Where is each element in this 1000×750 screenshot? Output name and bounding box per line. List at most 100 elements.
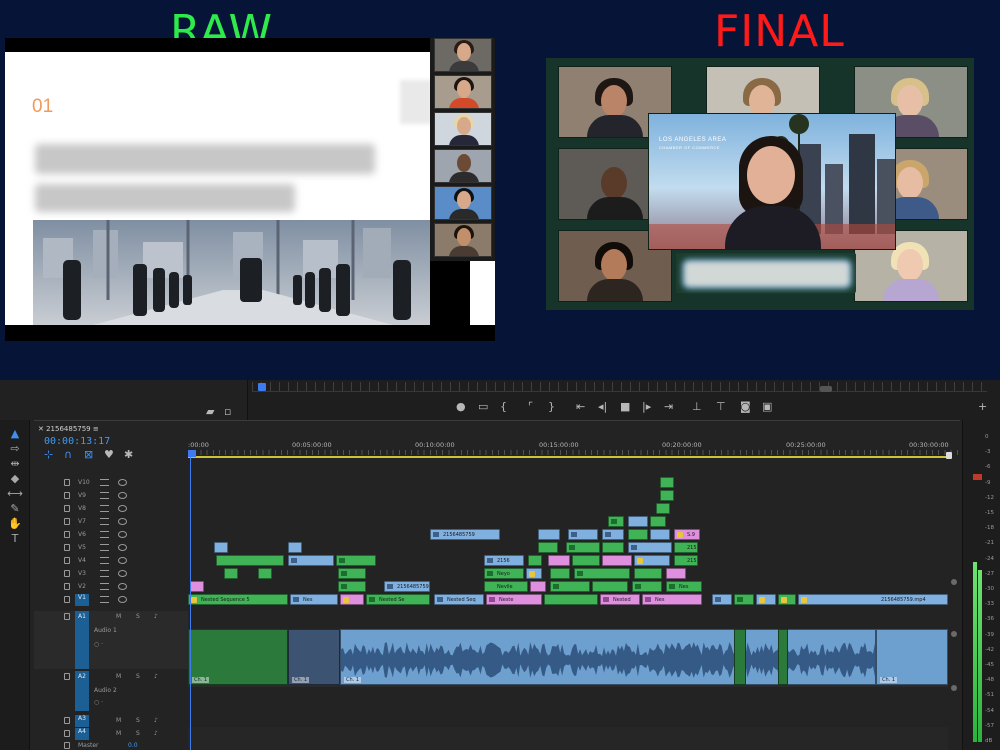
video-clip[interactable] bbox=[340, 594, 364, 605]
sync-lock-icon[interactable] bbox=[100, 544, 109, 551]
video-clip[interactable] bbox=[656, 503, 670, 514]
folder-icon[interactable]: ▰ bbox=[206, 406, 214, 418]
mute-button[interactable]: M bbox=[116, 717, 121, 724]
lock-icon[interactable] bbox=[64, 505, 70, 512]
audio-clip[interactable]: Ch. 1 bbox=[340, 629, 876, 685]
video-clip[interactable]: Nevile bbox=[484, 581, 528, 592]
mic-icon[interactable]: ♪ bbox=[154, 673, 158, 680]
source-patch-v1[interactable]: V1 bbox=[75, 594, 89, 606]
video-clip[interactable] bbox=[214, 542, 228, 553]
lift-icon[interactable]: ⊥ bbox=[692, 401, 702, 413]
video-clip[interactable] bbox=[528, 555, 542, 566]
scroll-knob[interactable] bbox=[951, 631, 957, 637]
video-clip[interactable] bbox=[666, 568, 686, 579]
eye-icon[interactable] bbox=[118, 570, 127, 577]
video-clip[interactable]: Neste bbox=[486, 594, 542, 605]
video-clip[interactable]: Nes bbox=[642, 594, 702, 605]
lock-icon[interactable] bbox=[64, 531, 70, 538]
track-header-v5[interactable]: V5 bbox=[34, 542, 188, 554]
sync-lock-icon[interactable] bbox=[100, 505, 109, 512]
sync-lock-icon[interactable] bbox=[100, 583, 109, 590]
lock-icon[interactable] bbox=[64, 613, 70, 620]
lock-icon[interactable] bbox=[64, 742, 70, 749]
sync-lock-icon[interactable] bbox=[100, 492, 109, 499]
lock-icon[interactable] bbox=[64, 492, 70, 499]
video-clip[interactable]: 2156 bbox=[484, 555, 524, 566]
nest-icon[interactable]: ⊹ bbox=[44, 449, 53, 461]
video-clip[interactable] bbox=[778, 594, 796, 605]
video-clip[interactable]: 215 bbox=[674, 542, 698, 553]
razor-tool-icon[interactable]: ◆ bbox=[7, 473, 23, 485]
video-clip[interactable] bbox=[756, 594, 776, 605]
video-clip[interactable] bbox=[568, 529, 598, 540]
pen-tool-icon[interactable]: ✎ bbox=[7, 503, 23, 515]
video-clip[interactable] bbox=[538, 529, 560, 540]
video-clip[interactable] bbox=[634, 555, 670, 566]
solo-button[interactable]: S bbox=[136, 673, 140, 680]
source-patch-a3[interactable]: A3 bbox=[75, 715, 89, 727]
video-clip[interactable] bbox=[288, 542, 302, 553]
add-button-icon[interactable]: + bbox=[978, 401, 987, 413]
video-clip[interactable]: S.9 bbox=[674, 529, 700, 540]
video-clip[interactable]: 2156485759.mp4 bbox=[798, 594, 948, 605]
solo-button[interactable]: S bbox=[136, 730, 140, 737]
mute-button[interactable]: M bbox=[116, 613, 121, 620]
video-clip[interactable]: 2156485759 bbox=[384, 581, 430, 592]
mark-in-icon[interactable]: { bbox=[500, 401, 507, 413]
program-zoom-handle[interactable] bbox=[820, 386, 832, 392]
mark-out-icon[interactable]: ⌜ bbox=[528, 401, 533, 413]
lock-icon[interactable] bbox=[64, 557, 70, 564]
video-clip[interactable] bbox=[336, 555, 376, 566]
playhead-timecode[interactable]: 00:00:13:17 bbox=[44, 436, 110, 447]
video-clip[interactable] bbox=[572, 555, 600, 566]
lock-icon[interactable] bbox=[64, 717, 70, 724]
track-header-a4[interactable]: A4 M S ♪ bbox=[34, 728, 188, 740]
volume-knob-icon[interactable]: ○ · bbox=[94, 641, 103, 648]
type-tool-icon[interactable]: T bbox=[7, 533, 23, 545]
track-header-a3[interactable]: A3 M S ♪ bbox=[34, 715, 188, 727]
video-clip[interactable] bbox=[628, 516, 648, 527]
comparison-view-icon[interactable]: ▣ bbox=[762, 401, 772, 413]
video-clip[interactable] bbox=[660, 477, 674, 488]
master-volume[interactable]: 0.0 bbox=[128, 742, 138, 749]
eye-icon[interactable] bbox=[118, 596, 127, 603]
mic-icon[interactable]: ♪ bbox=[154, 613, 158, 620]
work-area-end[interactable] bbox=[946, 452, 952, 459]
source-patch-a4[interactable]: A4 bbox=[75, 728, 89, 740]
ripple-edit-tool-icon[interactable]: ⇹ bbox=[7, 458, 23, 470]
video-clip[interactable] bbox=[632, 581, 662, 592]
playhead-handle[interactable] bbox=[188, 450, 196, 457]
track-header-v2[interactable]: V2 bbox=[34, 581, 188, 593]
video-clip[interactable]: Nes bbox=[290, 594, 338, 605]
video-clip[interactable] bbox=[538, 542, 558, 553]
track-header-v4[interactable]: V4 bbox=[34, 555, 188, 567]
video-clip[interactable] bbox=[566, 542, 600, 553]
track-content-area[interactable]: 2156485759 S.9 215 2156 215 Neyo 2156485… bbox=[188, 459, 948, 750]
mark-clip-icon[interactable]: } bbox=[548, 401, 555, 413]
step-forward-icon[interactable]: |▸ bbox=[642, 401, 651, 413]
audio-clip[interactable]: Ch. 1 bbox=[188, 629, 288, 685]
close-icon[interactable]: ✕ bbox=[38, 425, 46, 433]
eye-icon[interactable] bbox=[118, 557, 127, 564]
video-clip[interactable]: Nested Se bbox=[366, 594, 430, 605]
video-clip[interactable] bbox=[734, 594, 754, 605]
lock-icon[interactable] bbox=[64, 544, 70, 551]
linked-selection-icon[interactable]: ⊠ bbox=[84, 449, 93, 461]
stop-icon[interactable]: ■ bbox=[620, 401, 630, 413]
video-clip[interactable] bbox=[592, 581, 628, 592]
scroll-knob[interactable] bbox=[951, 579, 957, 585]
video-clip[interactable] bbox=[526, 568, 542, 579]
sync-lock-icon[interactable] bbox=[100, 596, 109, 603]
video-clip[interactable] bbox=[634, 568, 662, 579]
extract-icon[interactable]: ⊤ bbox=[716, 401, 726, 413]
video-clip[interactable] bbox=[574, 568, 630, 579]
eye-icon[interactable] bbox=[118, 518, 127, 525]
mute-button[interactable]: M bbox=[116, 730, 121, 737]
eye-icon[interactable] bbox=[118, 505, 127, 512]
eye-icon[interactable] bbox=[118, 479, 127, 486]
audio-clip[interactable] bbox=[734, 629, 746, 685]
lock-icon[interactable] bbox=[64, 583, 70, 590]
lock-icon[interactable] bbox=[64, 596, 70, 603]
video-clip[interactable] bbox=[544, 594, 598, 605]
eye-icon[interactable] bbox=[118, 544, 127, 551]
